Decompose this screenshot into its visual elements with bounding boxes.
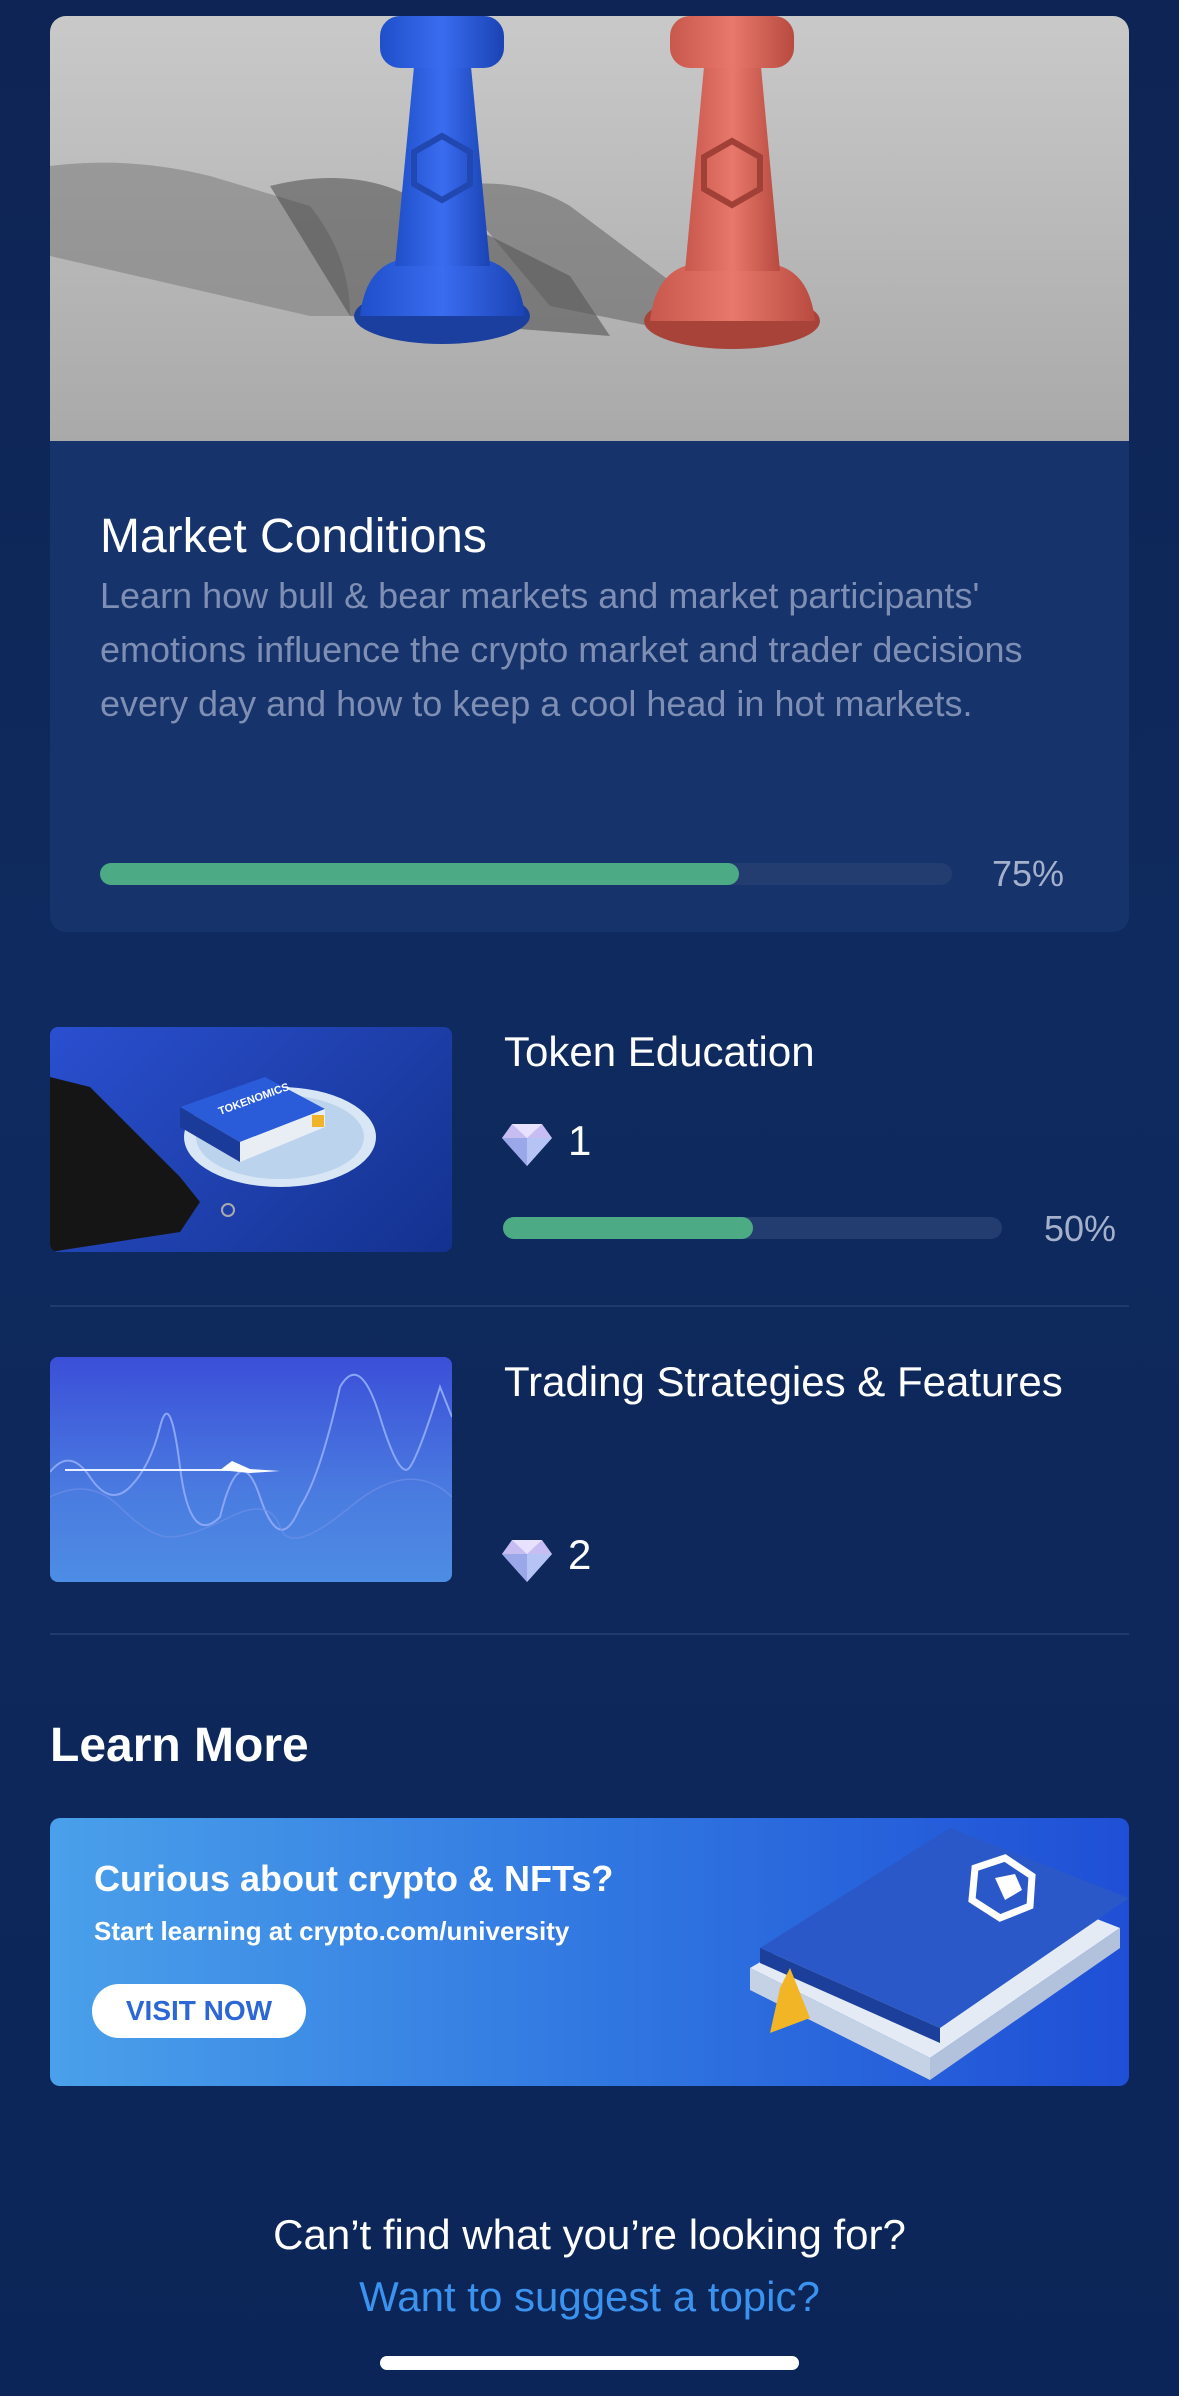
course-title: Token Education xyxy=(504,1028,815,1075)
diamond-icon xyxy=(502,1538,552,1582)
progress-percent: 50% xyxy=(1044,1208,1117,1249)
footer-question: Can’t find what you’re looking for? xyxy=(273,2211,906,2258)
diamond-icon xyxy=(502,1122,552,1166)
course-description: Learn how bull & bear markets and market… xyxy=(100,575,1023,724)
progress-bar xyxy=(100,863,952,885)
tokenomics-thumbnail: TOKENOMICS xyxy=(50,1027,452,1252)
course-title: Trading Strategies & Features xyxy=(504,1358,1063,1405)
divider xyxy=(50,1305,1129,1307)
course-card-market-conditions[interactable]: Market Conditions Learn how bull & bear … xyxy=(50,16,1129,932)
visit-now-button[interactable]: VISIT NOW xyxy=(92,1984,306,2038)
book-illustration xyxy=(750,1828,1129,2080)
progress-bar-fill xyxy=(503,1217,753,1239)
progress-bar xyxy=(503,1217,1002,1239)
progress-bar-fill xyxy=(100,863,739,885)
banner-subtitle: Start learning at crypto.com/university xyxy=(94,1916,570,1946)
divider xyxy=(50,1633,1129,1635)
chess-pieces-image xyxy=(50,16,1129,441)
suggest-topic-link[interactable]: Want to suggest a topic? xyxy=(0,2273,1179,2321)
gem-count: 2 xyxy=(568,1531,592,1578)
progress-percent: 75% xyxy=(992,853,1065,894)
home-indicator[interactable] xyxy=(380,2356,799,2370)
gem-count: 1 xyxy=(568,1117,592,1164)
course-title: Market Conditions xyxy=(100,510,487,563)
trading-chart-thumbnail xyxy=(50,1357,452,1582)
banner-heading: Curious about crypto & NFTs? xyxy=(94,1858,614,1899)
university-banner[interactable]: Curious about crypto & NFTs? Start learn… xyxy=(50,1818,1129,2086)
section-title: Learn More xyxy=(50,1719,309,1772)
